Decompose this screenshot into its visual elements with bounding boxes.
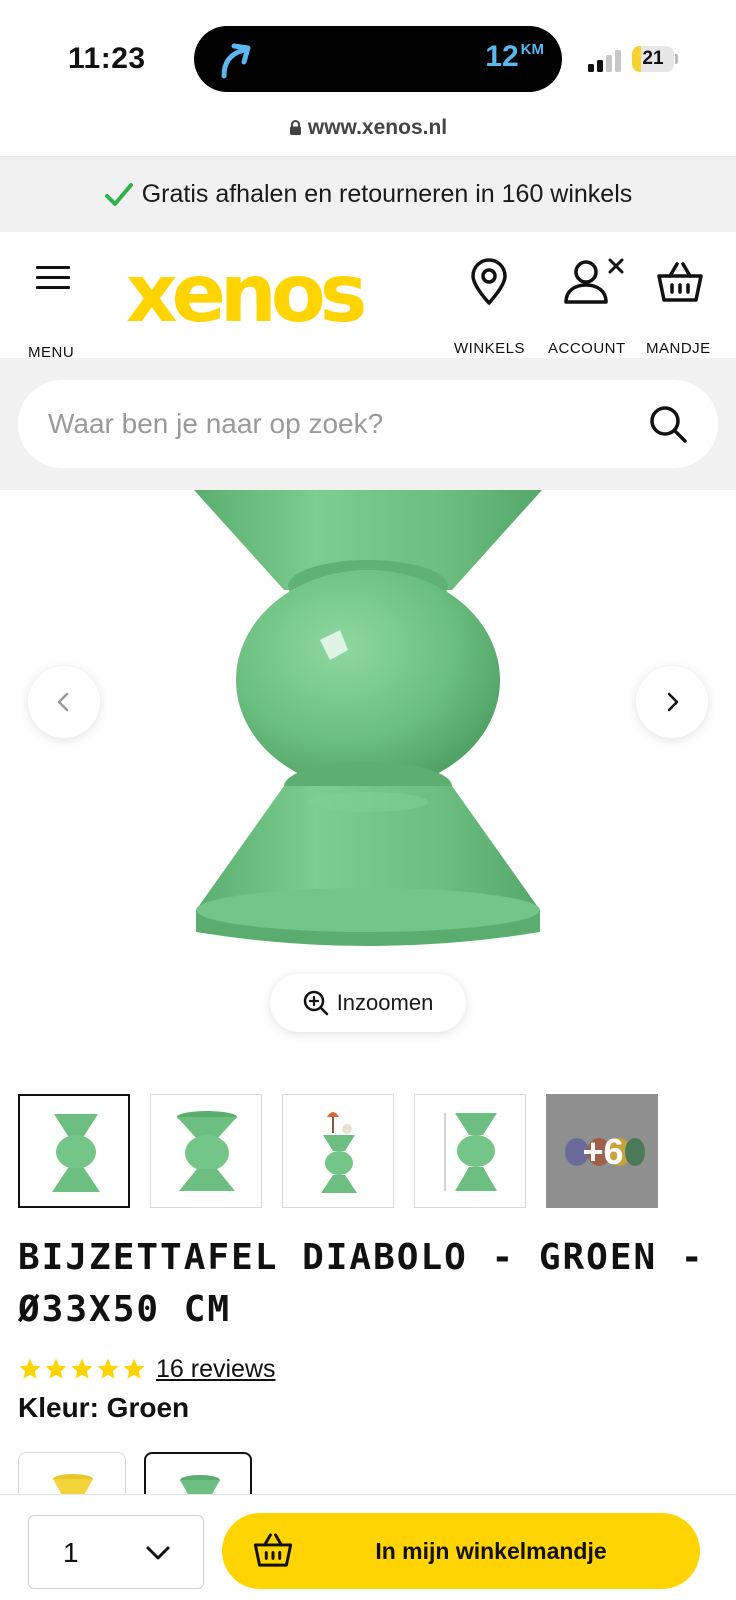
star-icon xyxy=(19,1358,41,1379)
thumbnail-strip: +6 xyxy=(18,1094,718,1210)
star-icon xyxy=(71,1358,93,1379)
hamburger-icon xyxy=(36,266,70,294)
thumbnail-image xyxy=(321,1112,357,1193)
more-images-label: +6 xyxy=(582,1131,624,1172)
basket-icon xyxy=(657,262,703,302)
lock-icon xyxy=(289,120,301,135)
add-to-cart-label: In mijn winkelmandje xyxy=(375,1538,607,1564)
zoom-in-icon xyxy=(303,990,328,1016)
gallery-next-button[interactable] xyxy=(636,666,708,738)
url-text: www.xenos.nl xyxy=(307,116,448,139)
navigation-arrow-icon xyxy=(221,43,251,79)
product-image[interactable] xyxy=(0,490,736,1050)
status-bar: 11:23 12 KM 21 www.xenos.nl xyxy=(0,0,736,139)
product-gallery: Inzoomen xyxy=(0,490,736,1050)
thumbnail-more[interactable]: +6 xyxy=(546,1094,658,1208)
promo-banner: Gratis afhalen en retourneren in 160 win… xyxy=(0,156,736,232)
account-button[interactable]: ACCOUNT xyxy=(546,258,630,357)
location-pin-icon xyxy=(471,258,507,305)
thumbnail-2[interactable] xyxy=(150,1094,262,1208)
thumbnail-image xyxy=(52,1114,100,1192)
zoom-label: Inzoomen xyxy=(336,990,434,1015)
status-time: 11:23 xyxy=(68,42,146,75)
quantity-value: 1 xyxy=(63,1537,79,1568)
chevron-left-icon xyxy=(57,692,69,712)
product-page: 11:23 12 KM 21 www.xenos.nl Gratis afhal… xyxy=(0,0,736,1600)
zoom-button[interactable]: Inzoomen xyxy=(270,974,466,1032)
battery-percentage: 21 xyxy=(642,48,664,69)
url-bar[interactable]: www.xenos.nl xyxy=(0,116,736,140)
search-box[interactable] xyxy=(18,380,718,468)
search-section xyxy=(0,358,736,490)
star-icon xyxy=(123,1358,145,1379)
search-input[interactable] xyxy=(48,380,628,468)
thumbnail-image xyxy=(444,1113,497,1191)
battery-icon: 21 xyxy=(632,46,678,74)
sticky-purchase-bar: 1 In mijn winkelmandje xyxy=(0,1494,736,1600)
thumbnail-4[interactable] xyxy=(414,1094,526,1208)
basket-icon xyxy=(253,1533,293,1567)
cart-label: MANDJE xyxy=(646,340,711,357)
cart-button[interactable]: MANDJE xyxy=(640,258,720,357)
color-label: Kleur: Groen xyxy=(18,1392,190,1423)
dynamic-island: 12 KM xyxy=(194,26,562,92)
chevron-down-icon xyxy=(146,1546,170,1560)
account-icon xyxy=(564,258,624,304)
check-icon xyxy=(104,182,133,206)
color-swatches xyxy=(18,1452,418,1512)
menu-button[interactable]: MENU xyxy=(22,266,82,361)
star-icon xyxy=(97,1358,119,1379)
add-to-cart-button[interactable]: In mijn winkelmandje xyxy=(222,1513,700,1589)
product-title: BIJZETTAFEL DIABOLO - GROEN - Ø33X50 CM xyxy=(18,1237,705,1330)
rating-row: 16 reviews xyxy=(18,1352,276,1386)
thumbnail-image xyxy=(177,1111,237,1191)
signal-icon xyxy=(588,50,621,72)
chevron-right-icon xyxy=(667,692,679,712)
stores-label: WINKELS xyxy=(454,340,526,357)
site-header: MENU xenos WINKELS ACCOUNT MANDJE xyxy=(0,232,736,361)
thumbnail-1[interactable] xyxy=(18,1094,130,1208)
xenos-logo[interactable]: xenos xyxy=(126,246,367,342)
stores-button[interactable]: WINKELS xyxy=(448,258,530,357)
account-label: ACCOUNT xyxy=(548,340,626,357)
navigation-distance: 12 KM xyxy=(485,40,544,73)
thumbnail-3[interactable] xyxy=(282,1094,394,1208)
search-icon[interactable] xyxy=(648,404,688,444)
promo-text: Gratis afhalen en retourneren in 160 win… xyxy=(141,180,633,208)
star-rating xyxy=(18,1357,146,1381)
quantity-select[interactable]: 1 xyxy=(28,1515,204,1589)
reviews-link[interactable]: 16 reviews xyxy=(156,1355,276,1384)
star-icon xyxy=(45,1358,67,1379)
gallery-prev-button[interactable] xyxy=(28,666,100,738)
close-icon xyxy=(608,258,624,274)
